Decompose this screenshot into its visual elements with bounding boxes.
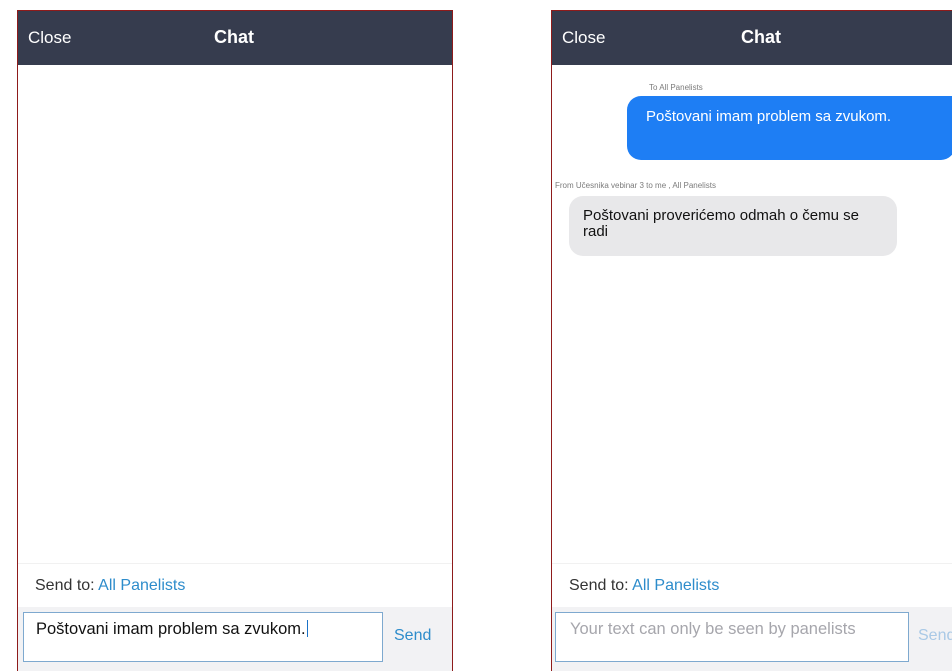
chat-header: Close Chat	[18, 11, 452, 65]
text-caret	[306, 620, 309, 637]
send-to-bar: Send to: All Panelists	[18, 563, 452, 609]
send-to-label: Send to: All Panelists	[35, 577, 185, 595]
send-button[interactable]: Send	[394, 627, 431, 645]
send-to-label: Send to: All Panelists	[569, 577, 719, 595]
incoming-message-bubble[interactable]: Poštovani proverićemo odmah o čemu se ra…	[569, 196, 897, 256]
message-input[interactable]: Poštovani imam problem sa zvukom.	[23, 612, 383, 662]
send-to-prefix: Send to:	[35, 577, 95, 594]
chat-title: Chat	[214, 27, 254, 47]
send-to-recipient[interactable]: All Panelists	[632, 577, 719, 594]
input-bar: Poštovani imam problem sa zvukom. Send	[18, 607, 452, 671]
chat-title: Chat	[741, 27, 781, 47]
close-button[interactable]: Close	[28, 28, 71, 48]
send-to-prefix: Send to:	[569, 577, 629, 594]
close-button[interactable]: Close	[562, 28, 605, 48]
chat-header: Close Chat	[552, 11, 952, 65]
chat-screen-conversation: Close Chat To All Panelists Poštovani im…	[551, 10, 952, 671]
send-button[interactable]: Send	[918, 627, 952, 645]
send-to-recipient[interactable]: All Panelists	[98, 577, 185, 594]
message-input[interactable]: Your text can only be seen by panelists	[555, 612, 909, 662]
outgoing-message-bubble[interactable]: Poštovani imam problem sa zvukom.	[627, 96, 952, 160]
send-to-bar: Send to: All Panelists	[552, 563, 952, 609]
input-bar: Your text can only be seen by panelists …	[552, 607, 952, 671]
message-meta: From Učesnika vebinar 3 to me , All Pane…	[555, 181, 716, 190]
message-input-value: Poštovani imam problem sa zvukom.	[36, 620, 306, 638]
message-meta: To All Panelists	[649, 83, 703, 92]
chat-screen-compose: Close Chat Send to: All Panelists Poštov…	[17, 10, 453, 671]
message-input-placeholder: Your text can only be seen by panelists	[570, 620, 856, 638]
